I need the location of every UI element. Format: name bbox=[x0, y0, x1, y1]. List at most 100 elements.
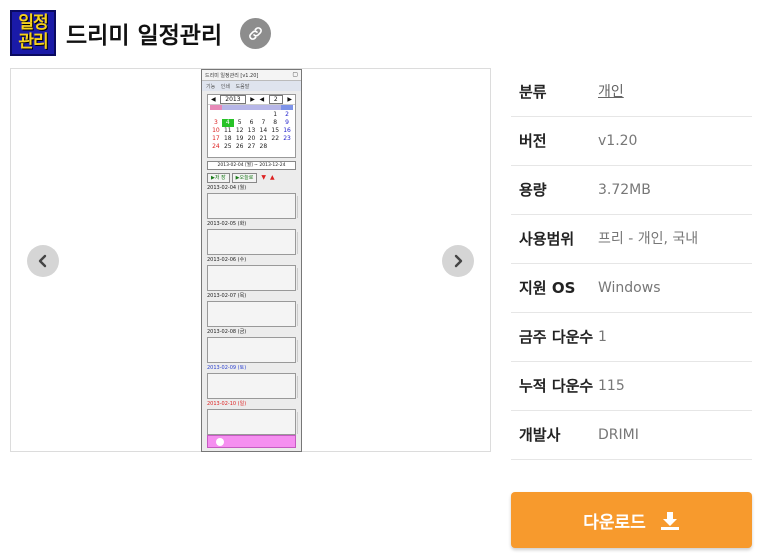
spec-value: DRIMI bbox=[598, 427, 639, 443]
download-button[interactable]: 다운로드 bbox=[511, 492, 752, 548]
mini-year: 2013 bbox=[220, 95, 246, 104]
mini-cal-day: 19 bbox=[235, 135, 244, 142]
mini-menubar: 기능 인쇄 도움말 bbox=[202, 81, 301, 91]
mini-month: 2 bbox=[268, 95, 283, 104]
mini-cal-day: 1 bbox=[273, 111, 278, 118]
mini-entry-box bbox=[207, 373, 298, 399]
mini-cal-day: 27 bbox=[247, 143, 256, 150]
mini-cal-day: 25 bbox=[223, 143, 232, 150]
mini-cal-day bbox=[281, 143, 293, 151]
spec-value: v1.20 bbox=[598, 133, 638, 149]
mini-buttons: ▶저 장 ▶오늘로 ▼ ▲ bbox=[207, 172, 296, 183]
mini-entry-box bbox=[207, 229, 298, 255]
mini-entry-date: 2013-02-06 (수) bbox=[207, 257, 247, 263]
chevron-right-icon bbox=[454, 254, 463, 268]
mini-calendar: ◀ 2013 ▶ ◀ 2 ▶ 1 2 3 4 5 6 7 8 9 10 11 12 13 14 15 16 17… bbox=[207, 94, 296, 158]
mini-next-month-icon: ▶ bbox=[287, 96, 292, 103]
mini-down-arrow-icon: ▼ bbox=[261, 174, 266, 181]
spec-key: 용량 bbox=[519, 181, 547, 199]
spec-row: 누적 다운수 115 bbox=[511, 362, 752, 411]
mini-next-year-icon: ▶ bbox=[250, 96, 255, 103]
spec-key: 금주 다운수 bbox=[519, 328, 594, 346]
spec-key: 누적 다운수 bbox=[519, 377, 594, 395]
mini-cal-grid: 1 2 3 4 5 6 7 8 9 10 11 12 13 14 15 16 17 18 19 20 21 22 23 24 2… bbox=[208, 110, 295, 152]
mini-cal-day: 22 bbox=[271, 135, 280, 142]
spec-row: 용량 3.72MB bbox=[511, 166, 752, 215]
mini-cal-day: 14 bbox=[259, 127, 268, 134]
mini-cal-day: 6 bbox=[249, 119, 254, 126]
mini-entry-box bbox=[207, 409, 298, 435]
category-link[interactable]: 개인 bbox=[598, 80, 752, 104]
mini-entry-box bbox=[207, 337, 298, 363]
spec-key: 분류 bbox=[519, 83, 547, 101]
mini-entry-date: 2013-02-05 (화) bbox=[207, 221, 247, 227]
link-icon bbox=[249, 26, 263, 40]
mini-date-range: 2013-02-04 [월] ~ 2013-12-24 bbox=[207, 161, 296, 170]
mini-cal-day: 15 bbox=[271, 127, 280, 134]
spec-key: 버전 bbox=[519, 132, 547, 150]
header: 일정 관리 드리미 일정관리 bbox=[10, 10, 272, 56]
mini-cal-day bbox=[269, 143, 281, 151]
spec-value: 프리 - 개인, 국내 bbox=[598, 231, 699, 247]
app-logo-icon: 일정 관리 bbox=[10, 10, 56, 56]
mini-cal-day: 3 bbox=[214, 119, 218, 126]
mini-cal-day bbox=[257, 111, 269, 119]
mini-cal-day: 10 bbox=[212, 127, 220, 134]
mini-close-icon: ▢ bbox=[292, 71, 298, 78]
mini-entry-date: 2013-02-10 (일) bbox=[207, 401, 247, 407]
mini-cal-day: 11 bbox=[223, 127, 232, 134]
mini-cal-day: 20 bbox=[247, 135, 256, 142]
mini-cal-day: 18 bbox=[223, 135, 232, 142]
mini-cal-day: 12 bbox=[235, 127, 244, 134]
mini-entry-date: 2013-02-09 (토) bbox=[207, 365, 247, 371]
mini-footer-bar bbox=[207, 435, 296, 448]
mini-entry-box bbox=[207, 193, 298, 219]
mini-cal-day bbox=[210, 111, 222, 119]
spec-row: 금주 다운수 1 bbox=[511, 313, 752, 362]
prev-image-button[interactable] bbox=[27, 245, 59, 277]
mini-cal-day: 13 bbox=[247, 127, 256, 134]
mini-cal-day bbox=[234, 111, 246, 119]
mini-cal-day: 17 bbox=[212, 135, 220, 142]
mini-cal-header: ◀ 2013 ▶ ◀ 2 ▶ bbox=[208, 95, 295, 105]
mini-prev-month-icon: ◀ bbox=[259, 96, 265, 103]
download-icon bbox=[660, 512, 679, 530]
next-image-button[interactable] bbox=[442, 245, 474, 277]
mini-entry-date: 2013-02-08 (금) bbox=[207, 329, 247, 335]
spec-row: 지원 OS Windows bbox=[511, 264, 752, 313]
share-link-button[interactable] bbox=[240, 17, 272, 49]
spec-key: 사용범위 bbox=[519, 230, 575, 248]
mini-cal-day: 23 bbox=[283, 135, 291, 142]
spec-row: 버전 v1.20 bbox=[511, 117, 752, 166]
spec-value: 115 bbox=[598, 378, 625, 394]
mini-up-arrow-icon: ▲ bbox=[269, 174, 275, 181]
mini-weekday-row bbox=[210, 105, 294, 110]
mini-cal-day: 28 bbox=[259, 143, 268, 150]
download-label: 다운로드 bbox=[583, 512, 646, 533]
mini-prev-year-icon: ◀ bbox=[211, 96, 216, 103]
spec-key: 지원 OS bbox=[519, 279, 576, 297]
mini-today-button: ▶오늘로 bbox=[231, 172, 258, 183]
spec-value: Windows bbox=[598, 280, 661, 296]
mini-cal-day bbox=[246, 111, 258, 119]
mini-entry-date: 2013-02-07 (목) bbox=[207, 293, 247, 299]
mini-entries: 2013-02-04 (월) 2013-02-05 (화) 2013-02-06 (… bbox=[202, 185, 301, 435]
mini-entry-box bbox=[207, 301, 298, 327]
app-screenshot: 드리미 일정관리 [v1.20] ▢ 기능 인쇄 도움말 ◀ 2013 ▶ ◀ … bbox=[201, 69, 302, 452]
spec-row: 사용범위 프리 - 개인, 국내 bbox=[511, 215, 752, 264]
mini-cal-day: 24 bbox=[212, 143, 220, 150]
logo-text-2: 관리 bbox=[18, 32, 48, 52]
mini-cal-day: 5 bbox=[237, 119, 242, 126]
mini-titlebar: 드리미 일정관리 [v1.20] ▢ bbox=[202, 70, 301, 81]
mini-cal-day: 26 bbox=[235, 143, 244, 150]
mini-window-title: 드리미 일정관리 [v1.20] bbox=[205, 73, 259, 79]
mini-cal-day bbox=[222, 111, 234, 119]
spec-key: 개발사 bbox=[519, 426, 561, 444]
spec-row: 개발사 DRIMI bbox=[511, 411, 752, 460]
logo-text-1: 일정 bbox=[18, 13, 48, 33]
app-title: 드리미 일정관리 bbox=[66, 23, 223, 49]
mini-entry-date: 2013-02-04 (월) bbox=[207, 185, 247, 191]
spec-row: 분류 개인 bbox=[511, 68, 752, 117]
mini-save-button: ▶저 장 bbox=[207, 172, 230, 183]
spec-table: 분류 개인버전 v1.20 용량 3.72MB 사용범위 프리 - 개인, 국내지원 OS W… bbox=[511, 68, 752, 460]
